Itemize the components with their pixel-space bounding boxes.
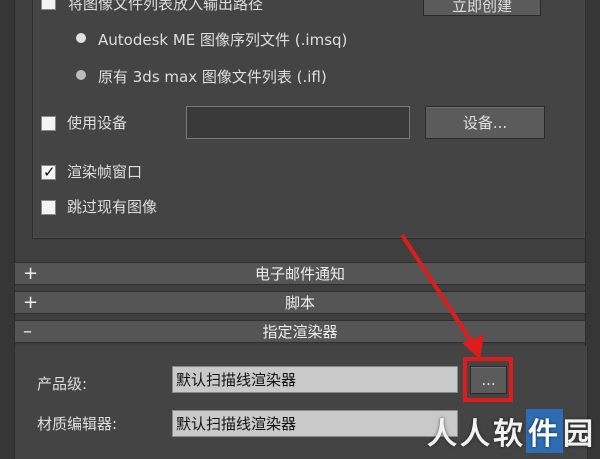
rollout-assign-renderer[interactable]: – 指定渲染器 [14,320,586,343]
skip-existing-checkbox[interactable] [41,200,56,215]
expand-plus-icon: + [23,263,39,284]
material-editor-label: 材质编辑器: [37,415,118,433]
watermark-logo: 人人软件园 [427,409,596,453]
create-now-button[interactable]: 立即创建 [423,0,541,16]
use-device-label: 使用设备 [67,114,128,132]
annotation-arrow-icon [400,233,484,359]
put-image-list-checkbox[interactable] [41,0,56,10]
put-image-list-label: 将图像文件列表放入输出路径 [68,0,264,13]
collapse-minus-icon: – [23,321,32,342]
ifl-radio[interactable] [76,70,86,80]
ifl-radio-label: 原有 3ds max 图像文件列表 (.ifl) [98,68,327,86]
imsq-radio-label: Autodesk ME 图像序列文件 (.imsq) [98,31,348,49]
expand-plus-icon: + [23,292,39,313]
use-device-checkbox[interactable] [41,116,56,131]
rollout-title: 脚本 [284,294,315,312]
rollout-scripts[interactable]: + 脚本 [14,291,586,314]
material-editor-renderer-field: 默认扫描线渲染器 [172,410,458,437]
rollout-title: 指定渲染器 [262,323,338,341]
imsq-radio[interactable] [76,33,86,43]
left-frame [0,0,15,459]
render-frame-window-label: 渲染帧窗口 [67,163,143,181]
device-button[interactable]: 设备... [425,106,545,139]
rollout-title: 电子邮件通知 [254,265,345,283]
production-label: 产品级: [37,375,88,393]
device-field[interactable] [186,106,410,139]
render-frame-window-checkbox[interactable] [41,163,56,181]
rollout-email-notifications[interactable]: + 电子邮件通知 [14,262,586,285]
production-renderer-field: 默认扫描线渲染器 [172,366,458,393]
skip-existing-label: 跳过现有图像 [67,198,158,216]
